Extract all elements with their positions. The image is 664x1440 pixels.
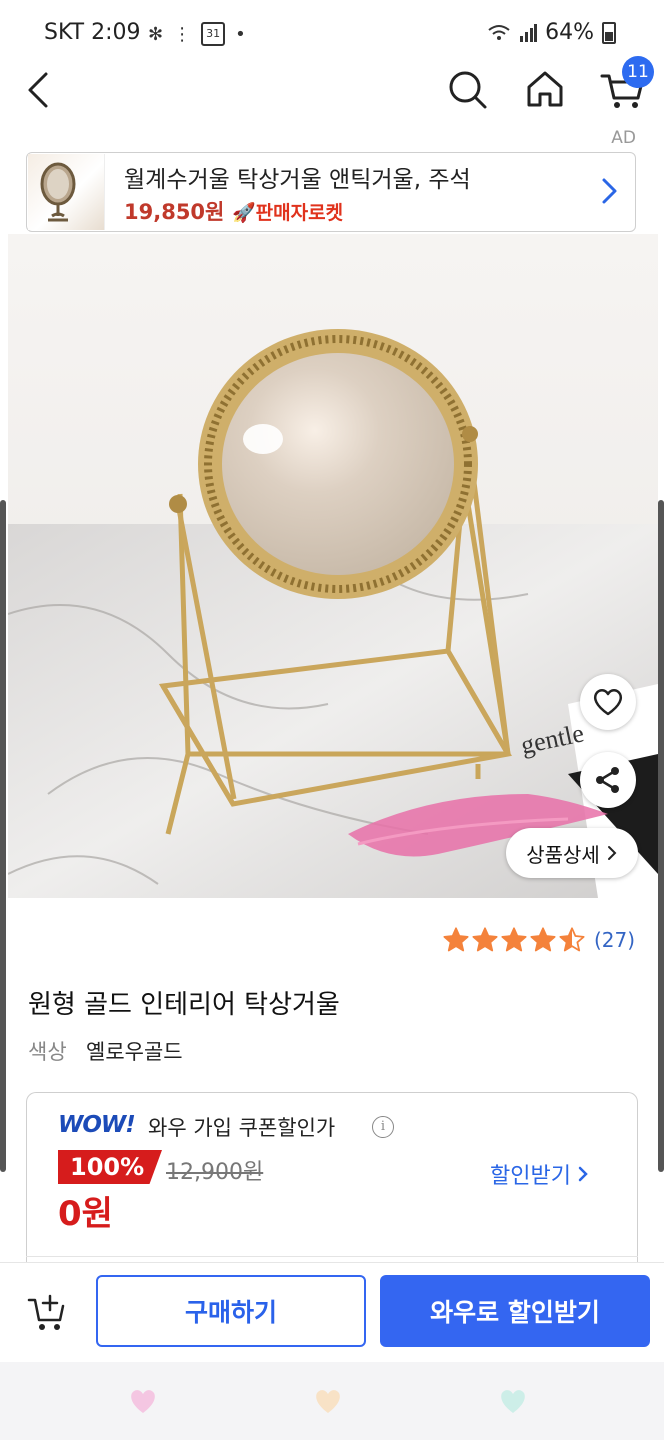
left-edge-indicator [0, 500, 6, 1172]
review-count[interactable]: (27) [594, 928, 635, 952]
status-time: SKT 2:09 [44, 20, 141, 45]
search-icon [449, 71, 487, 109]
add-to-cart-button[interactable] [26, 1290, 70, 1334]
info-icon[interactable]: i [372, 1116, 394, 1138]
chevron-right-icon [607, 846, 617, 860]
divider [26, 1256, 638, 1257]
cart-count-badge: 11 [622, 56, 654, 88]
product-name: 원형 골드 인테리어 탁상거울 [28, 990, 340, 1020]
rating-stars [442, 926, 586, 954]
right-edge-indicator [658, 500, 664, 1172]
star-icon [472, 927, 498, 952]
discount-badge: 100% [58, 1150, 162, 1184]
search-button[interactable] [444, 66, 490, 112]
cart-plus-icon [27, 1294, 65, 1330]
chevron-right-icon [578, 1166, 588, 1182]
product-detail-button[interactable]: 상품상세 [506, 828, 638, 878]
wifi-icon [488, 24, 510, 40]
back-button[interactable] [18, 66, 58, 114]
antique-mirror-image [40, 162, 76, 222]
wow-discount-buy-button[interactable]: 와우로 할인받기 [380, 1275, 650, 1347]
original-price: 12,900원 [166, 1160, 264, 1185]
ad-title[interactable]: 월계수거울 탁상거울 앤틱거울, 주석 [124, 160, 471, 194]
steps-icon: ⋮ [173, 23, 192, 45]
color-label: 색상 [28, 1040, 67, 1064]
star-icon [559, 927, 585, 952]
ad-thumbnail[interactable] [28, 154, 105, 230]
rocket-icon: 🚀 [232, 202, 256, 224]
slack-icon: ✻ [148, 23, 164, 45]
wishlist-button[interactable] [580, 674, 636, 730]
seller-rocket-badge: 🚀판매자로켓 [232, 202, 344, 224]
back-nav-button[interactable] [498, 1386, 528, 1416]
battery-percent: 64% [545, 20, 594, 45]
home-button[interactable] [522, 66, 568, 112]
ad-label: AD [611, 128, 636, 148]
battery-icon [602, 21, 616, 44]
status-notification-icons: ✻ ⋮ 31 • [148, 22, 246, 46]
star-icon [501, 927, 527, 952]
dot-icon: • [235, 23, 246, 45]
ad-price: 19,850원 [124, 200, 225, 224]
product-image[interactable]: gentle [8, 234, 658, 898]
share-icon [596, 767, 619, 793]
color-value[interactable]: 옐로우골드 [86, 1036, 183, 1066]
wow-logo: WOW! [58, 1112, 136, 1138]
heart-icon [593, 689, 623, 716]
calendar-icon: 31 [201, 22, 226, 46]
signal-icon [520, 23, 538, 42]
home-nav-button[interactable] [313, 1386, 343, 1416]
home-icon [527, 71, 563, 107]
coupon-title: 와우 가입 쿠폰할인가 [148, 1116, 336, 1140]
buy-button[interactable]: 구매하기 [96, 1275, 366, 1347]
final-price: 0원 [58, 1194, 113, 1234]
get-discount-label: 할인받기 [490, 1164, 571, 1189]
rating[interactable]: (27) [442, 926, 635, 954]
star-icon [530, 927, 556, 952]
share-button[interactable] [580, 752, 636, 808]
get-discount-link[interactable]: 할인받기 [490, 1158, 589, 1190]
detail-label: 상품상세 [526, 842, 600, 867]
status-right: 64% [487, 20, 616, 45]
ad-chevron-right-icon[interactable] [596, 172, 622, 210]
star-icon [443, 927, 469, 952]
recent-apps-button[interactable] [128, 1386, 158, 1416]
chevron-left-icon [28, 72, 48, 108]
